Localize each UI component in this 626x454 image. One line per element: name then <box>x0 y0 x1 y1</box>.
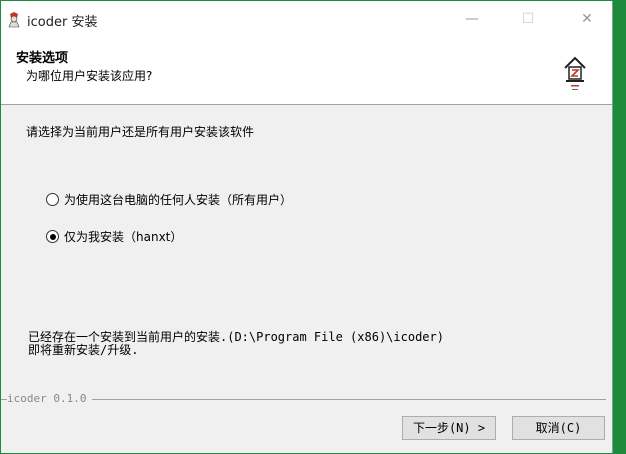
existing-install-notice: 已经存在一个安装到当前用户的安装.(D:\Program File (x86)\… <box>28 331 444 357</box>
option-all-users[interactable]: 为使用这台电脑的任何人安装（所有用户） <box>46 191 292 208</box>
option-current-user-label: 仅为我安装（hanxt） <box>64 230 183 244</box>
app-icon <box>8 12 20 28</box>
maximize-button[interactable]: ☐ <box>513 9 543 29</box>
option-all-users-label: 为使用这台电脑的任何人安装（所有用户） <box>64 193 293 207</box>
next-button[interactable]: 下一步(N) > <box>402 416 496 440</box>
installer-logo-icon <box>564 56 586 90</box>
instruction-text: 请选择为当前用户还是所有用户安装该软件 <box>26 125 255 139</box>
version-label: icoder 0.1.0 <box>7 392 93 405</box>
title-bar[interactable]: icoder 安装 — ☐ ✕ <box>1 1 612 37</box>
page-subtitle: 为哪位用户安装该应用? <box>26 69 153 83</box>
radio-all-users[interactable] <box>46 193 59 206</box>
page-header: 安装选项 为哪位用户安装该应用? <box>1 37 612 105</box>
close-button[interactable]: ✕ <box>572 9 602 29</box>
minimize-button[interactable]: — <box>457 9 487 29</box>
reinstall-notice: 即将重新安装/升级. <box>28 343 139 357</box>
radio-current-user[interactable] <box>46 230 59 243</box>
cancel-button[interactable]: 取消(C) <box>512 416 605 440</box>
window-title: icoder 安装 <box>27 15 98 30</box>
installer-window: icoder 安装 — ☐ ✕ 安装选项 为哪位用户安装该应用? 请选择为当前用… <box>1 1 613 453</box>
option-current-user[interactable]: 仅为我安装（hanxt） <box>46 228 182 245</box>
page-title: 安装选项 <box>16 51 69 66</box>
